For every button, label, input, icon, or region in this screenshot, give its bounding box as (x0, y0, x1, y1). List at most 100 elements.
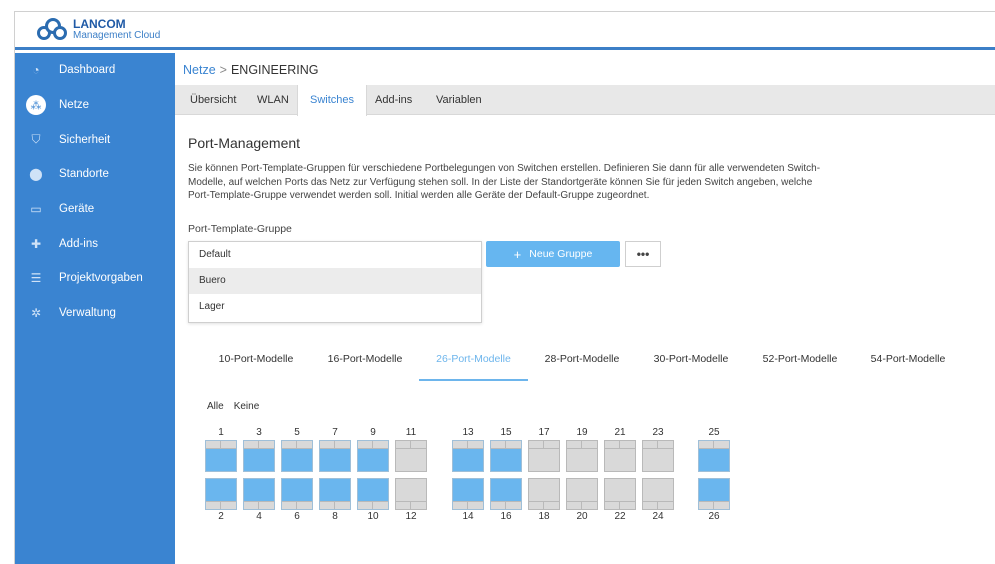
group-field-label: Port-Template-Gruppe (188, 223, 292, 235)
port-2-toggle[interactable] (205, 478, 237, 510)
sidebar-item-label: Standorte (59, 168, 109, 181)
sidebar-item-verwaltung[interactable]: ✲ Verwaltung (15, 296, 175, 331)
main-content: Netze > ENGINEERING Übersicht WLAN Switche… (175, 53, 995, 564)
port-6-toggle[interactable] (281, 478, 313, 510)
port-8-toggle[interactable] (319, 478, 351, 510)
port-15-toggle[interactable] (490, 440, 522, 472)
select-all-link[interactable]: Alle (207, 401, 224, 412)
logo-subtitle: Management Cloud (73, 30, 161, 41)
cloud-logo-icon (37, 18, 69, 42)
sidebar-item-projektvorgaben[interactable]: ☰ Projektvorgaben (15, 261, 175, 296)
port-13-toggle[interactable] (452, 440, 484, 472)
tab-wlan[interactable]: WLAN (245, 85, 301, 115)
page-title: Port-Management (188, 135, 301, 151)
sidebar-item-dashboard[interactable]: ◔ Dashboard (15, 53, 175, 88)
port-25-toggle[interactable] (698, 440, 730, 472)
port-number-label: 20 (576, 511, 588, 522)
sidebar-item-label: Sicherheit (59, 133, 111, 146)
tab-30-port-models[interactable]: 30-Port-Modelle (636, 341, 746, 381)
port-number-label: 9 (370, 427, 376, 438)
breadcrumb-current: ENGINEERING (230, 63, 319, 77)
tab-add-ins[interactable]: Add-ins (363, 85, 424, 115)
dropdown-option-default[interactable]: Default (189, 242, 481, 268)
sidebar-item-geraete[interactable]: ▭ Geräte (15, 192, 175, 227)
port-12-toggle[interactable] (395, 478, 427, 510)
app-window: LANCOM Management Cloud ◔ Dashboard ⁂ Ne… (14, 11, 995, 564)
port-number-label: 12 (405, 511, 417, 522)
port-22-toggle[interactable] (604, 478, 636, 510)
tab-bar: Übersicht WLAN Switches Add-ins Variable… (175, 85, 995, 116)
port-number-label: 7 (332, 427, 338, 438)
port-template-group-dropdown[interactable]: Default Buero Lager (188, 241, 482, 323)
port-number-label: 5 (294, 427, 300, 438)
more-options-button[interactable]: ••• (625, 241, 661, 267)
tab-28-port-models[interactable]: 28-Port-Modelle (527, 341, 637, 381)
port-17-toggle[interactable] (528, 440, 560, 472)
sidebar-item-sicherheit[interactable]: ⛉ Sicherheit (15, 122, 175, 157)
port-14-toggle[interactable] (452, 478, 484, 510)
sliders-icon: ☰ (30, 271, 42, 286)
tab-uebersicht[interactable]: Übersicht (178, 85, 248, 115)
port-number-label: 3 (256, 427, 262, 438)
tab-variablen[interactable]: Variablen (424, 85, 494, 115)
description-text: Sie können Port-Template-Gruppen für ver… (188, 163, 821, 201)
location-pin-icon: ⬤ (29, 167, 43, 182)
new-group-button[interactable]: + Neue Gruppe (486, 241, 620, 267)
port-number-label: 26 (708, 511, 720, 522)
port-1-toggle[interactable] (205, 440, 237, 472)
port-number-label: 10 (367, 511, 379, 522)
sidebar-item-add-ins[interactable]: ✚ Add-ins (15, 226, 175, 261)
port-number-label: 1 (218, 427, 224, 438)
gear-icon: ✲ (30, 306, 42, 321)
port-10-toggle[interactable] (357, 478, 389, 510)
dropdown-option-lager[interactable]: Lager (189, 294, 481, 320)
tab-26-port-models[interactable]: 26-Port-Modelle (419, 341, 528, 381)
sidebar-item-label: Geräte (59, 203, 95, 216)
port-number-label: 25 (708, 427, 720, 438)
port-number-label: 18 (538, 511, 550, 522)
port-18-toggle[interactable] (528, 478, 560, 510)
port-9-toggle[interactable] (357, 440, 389, 472)
port-24-toggle[interactable] (642, 478, 674, 510)
tab-16-port-models[interactable]: 16-Port-Modelle (310, 341, 420, 381)
breadcrumb-parent-link[interactable]: Netze (183, 63, 216, 77)
port-7-toggle[interactable] (319, 440, 351, 472)
port-23-toggle[interactable] (642, 440, 674, 472)
port-number-label: 6 (294, 511, 300, 522)
port-16-toggle[interactable] (490, 478, 522, 510)
port-number-label: 15 (500, 427, 512, 438)
port-number-label: 22 (614, 511, 626, 522)
logo[interactable]: LANCOM Management Cloud (37, 18, 160, 42)
tab-54-port-models[interactable]: 54-Port-Modelle (853, 341, 963, 381)
port-5-toggle[interactable] (281, 440, 313, 472)
dropdown-option-buero[interactable]: Buero (189, 268, 481, 294)
tab-switches[interactable]: Switches (297, 85, 368, 116)
port-number-label: 19 (576, 427, 588, 438)
sidebar-item-label: Verwaltung (59, 307, 116, 320)
port-number-label: 24 (652, 511, 664, 522)
port-19-toggle[interactable] (566, 440, 598, 472)
port-4-toggle[interactable] (243, 478, 275, 510)
port-3-toggle[interactable] (243, 440, 275, 472)
model-tabs: 10-Port-Modelle 16-Port-Modelle 26-Port-… (175, 341, 995, 381)
port-11-toggle[interactable] (395, 440, 427, 472)
network-icon: ⁂ (26, 95, 46, 116)
port-20-toggle[interactable] (566, 478, 598, 510)
port-number-label: 4 (256, 511, 262, 522)
port-number-label: 14 (462, 511, 474, 522)
shield-icon: ⛉ (31, 132, 41, 147)
logo-brand: LANCOM (73, 17, 126, 31)
sidebar-item-netze[interactable]: ⁂ Netze (15, 88, 175, 123)
port-21-toggle[interactable] (604, 440, 636, 472)
sidebar: ◔ Dashboard ⁂ Netze ⛉ Sicherheit ⬤ Stand… (15, 53, 175, 564)
select-none-link[interactable]: Keine (234, 401, 260, 412)
breadcrumb: Netze > ENGINEERING (183, 63, 318, 77)
tab-52-port-models[interactable]: 52-Port-Modelle (745, 341, 855, 381)
selection-links: Alle Keine (207, 401, 269, 412)
port-number-label: 23 (652, 427, 664, 438)
port-26-toggle[interactable] (698, 478, 730, 510)
sidebar-item-standorte[interactable]: ⬤ Standorte (15, 157, 175, 192)
port-number-label: 13 (462, 427, 474, 438)
tab-10-port-models[interactable]: 10-Port-Modelle (201, 341, 311, 381)
new-group-label: Neue Gruppe (529, 248, 593, 260)
